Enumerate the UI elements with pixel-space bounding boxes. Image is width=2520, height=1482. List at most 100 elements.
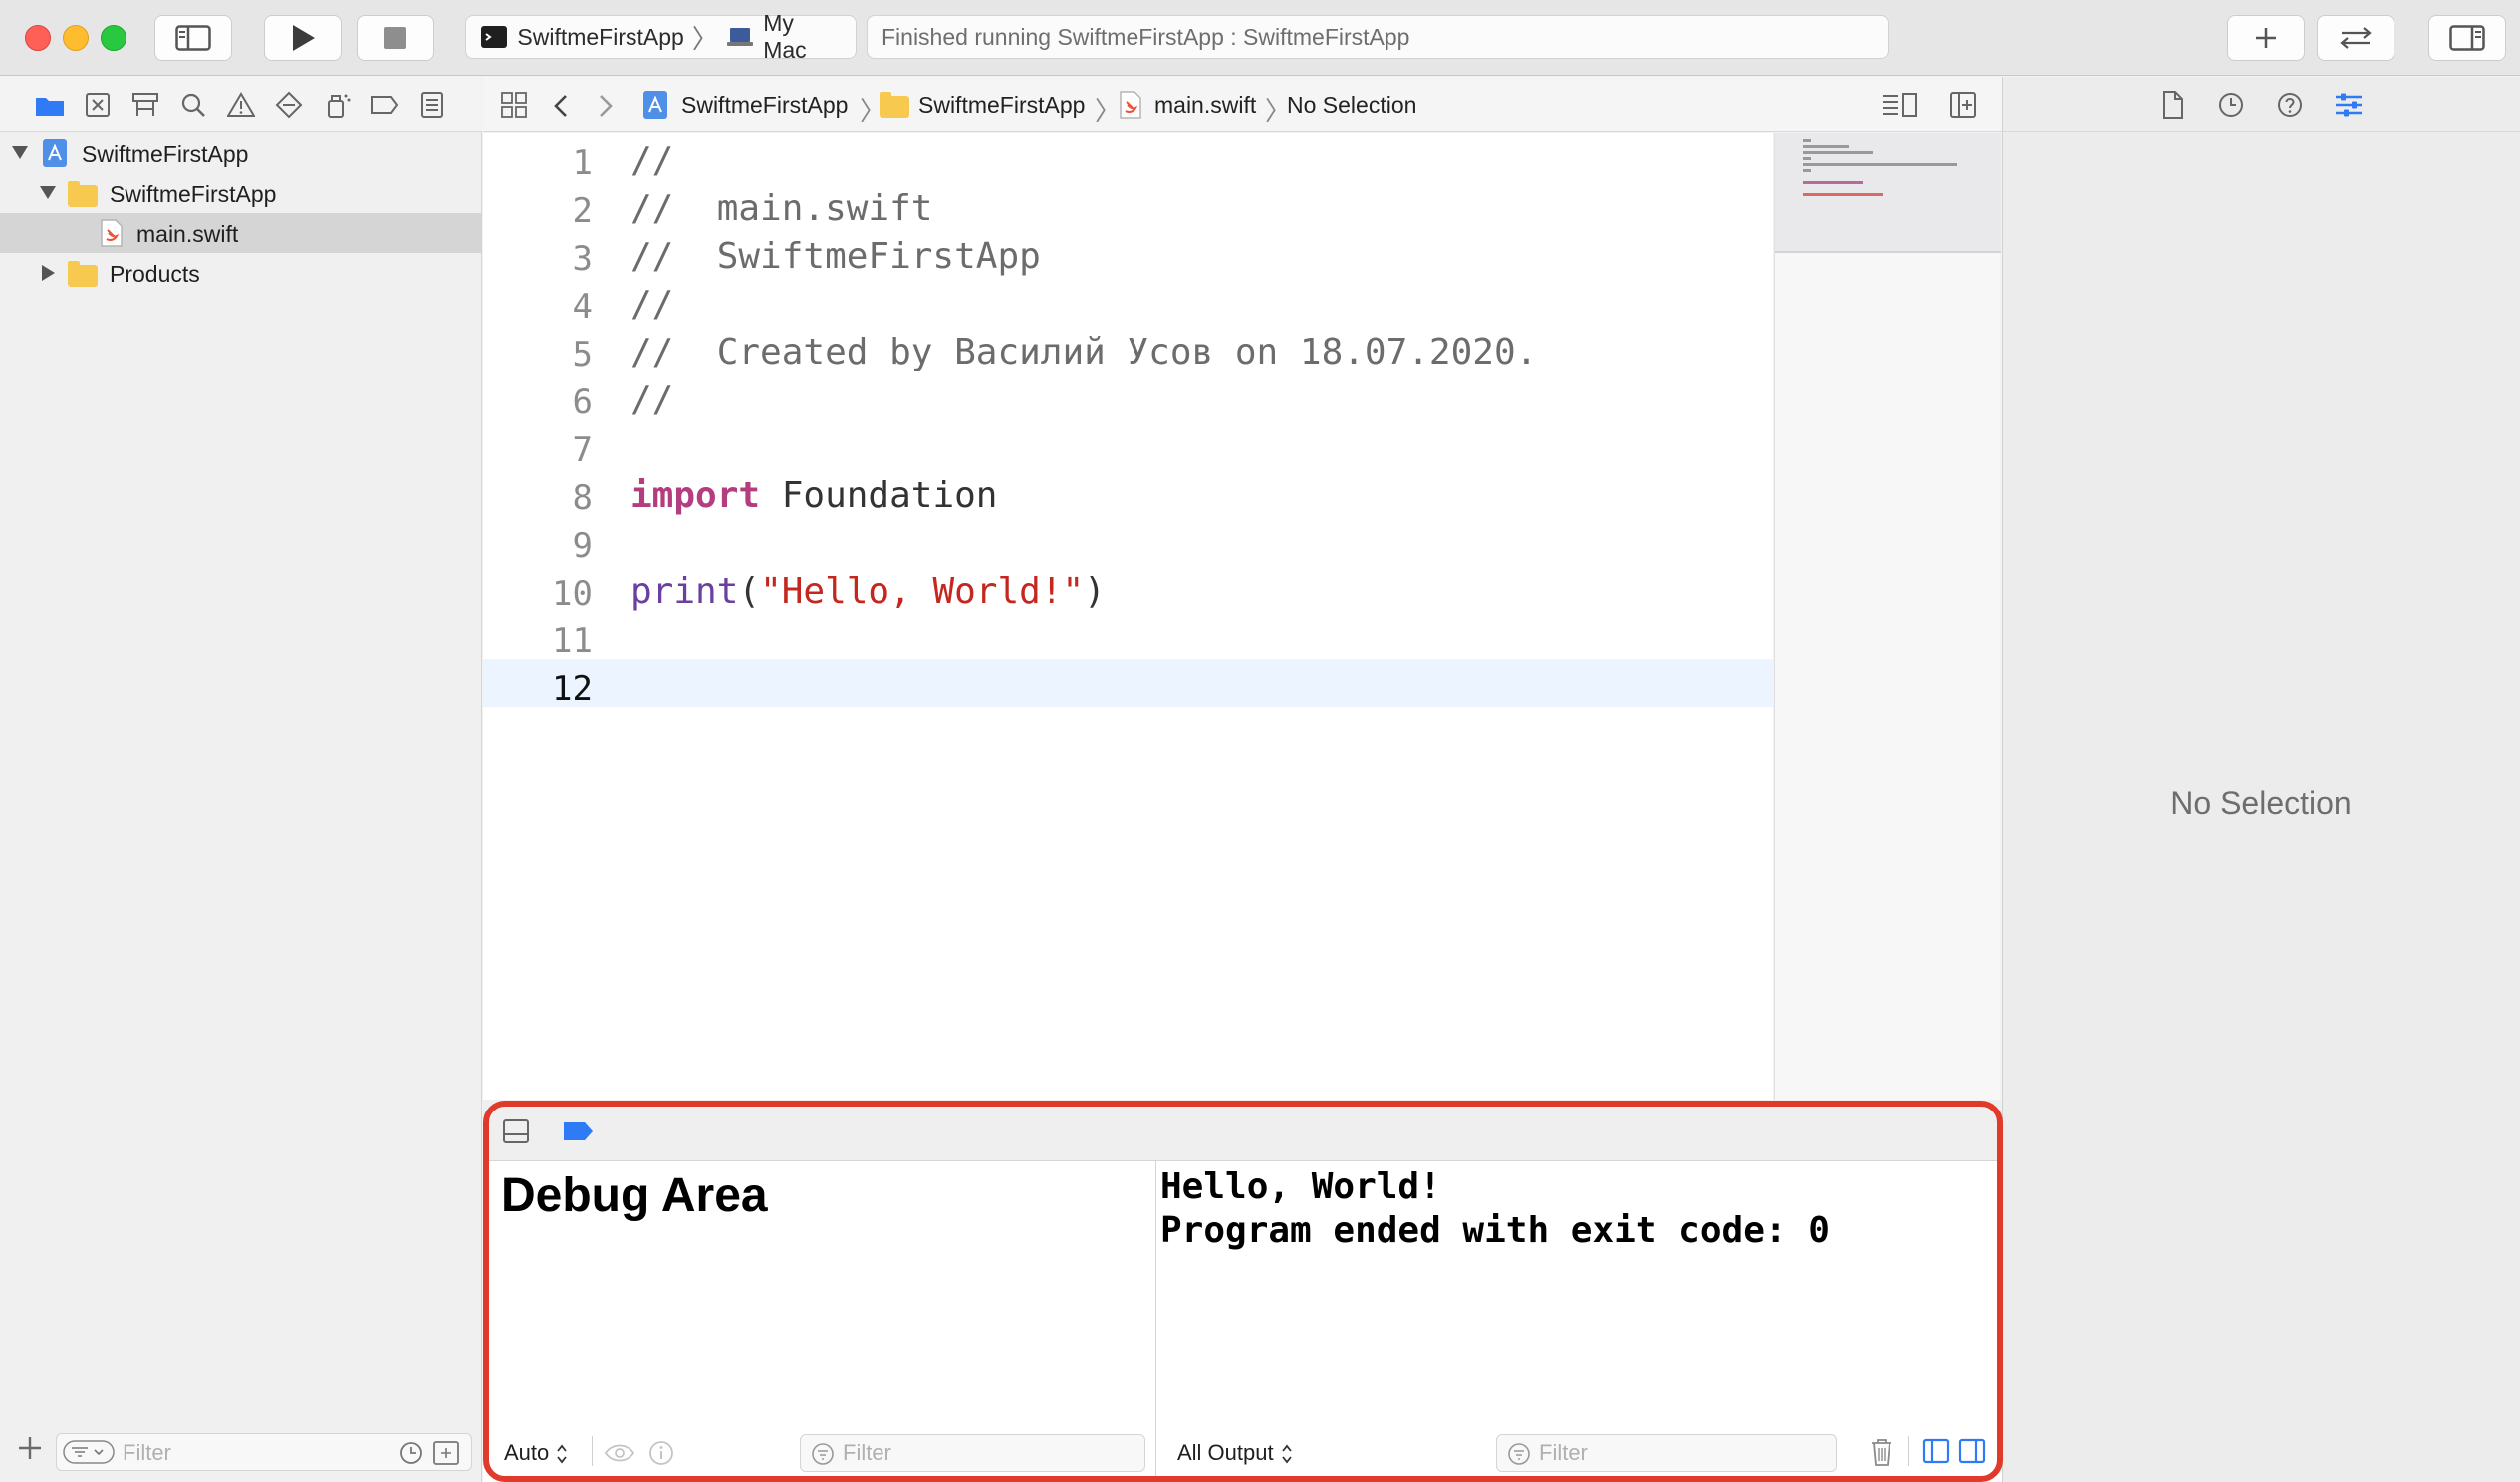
code-line: //: [630, 140, 674, 181]
diamond-icon: [275, 91, 303, 119]
line-number: 8: [572, 478, 593, 518]
toggle-navigator-button[interactable]: [154, 15, 232, 61]
recent-files-icon[interactable]: [399, 1441, 423, 1465]
test-navigator-tab[interactable]: [273, 89, 305, 121]
minimap-line: [1803, 193, 1883, 196]
related-items-icon[interactable]: [500, 91, 528, 119]
report-navigator-tab[interactable]: [416, 89, 448, 121]
sidebar-right-icon: [2449, 25, 2485, 51]
tree-item-label: SwiftmeFirstApp: [110, 181, 277, 207]
sidebar-left-icon: [175, 25, 211, 51]
breadcrumb-file[interactable]: main.swift: [1154, 77, 1256, 132]
scheme-selector[interactable]: SwiftmeFirstApp 〉 My Mac: [465, 10, 857, 63]
plus-icon: [2256, 28, 2276, 48]
scheme-name: SwiftmeFirstApp: [517, 23, 684, 50]
disclosure-collapsed-icon[interactable]: [42, 265, 55, 281]
navigator-filter-field[interactable]: Filter: [56, 1433, 472, 1471]
minimap-line: [1803, 169, 1811, 172]
tree-item-main-swift[interactable]: main.swift: [0, 213, 481, 253]
code-line: // SwiftmeFirstApp: [630, 236, 1041, 277]
minimap-line: [1803, 139, 1811, 142]
warning-icon: [227, 92, 255, 117]
line-number: 10: [552, 574, 593, 614]
inspector-selector-bar: [2002, 77, 2520, 132]
source-control-navigator-tab[interactable]: [82, 89, 114, 121]
zoom-window-button[interactable]: [101, 25, 126, 51]
plus-icon: [19, 1437, 41, 1459]
string-token: "Hello, World!": [760, 571, 1085, 612]
navigator-selector-bar: [0, 77, 482, 132]
search-icon: [181, 93, 205, 117]
help-inspector-icon[interactable]: [2276, 91, 2304, 119]
minimap-line: [1803, 157, 1811, 160]
jump-bar: SwiftmeFirstApp 〉 SwiftmeFirstApp 〉 main…: [483, 77, 2002, 132]
inspector-pane: [2002, 77, 2520, 1482]
toggle-inspector-button[interactable]: [2428, 15, 2506, 61]
code-line: // Created by Василий Усов on 18.07.2020…: [630, 332, 1538, 372]
breakpoint-navigator-tab[interactable]: [369, 89, 400, 121]
breadcrumb-project[interactable]: SwiftmeFirstApp: [681, 77, 848, 132]
editor-lines[interactable]: 1 2 3 4 5 6 7 8 9 10 11 12 // // main.sw…: [483, 133, 1773, 1100]
code-review-button[interactable]: [2317, 15, 2394, 61]
paren-token: ): [1084, 571, 1106, 612]
source-control-filter-icon[interactable]: [433, 1441, 459, 1465]
tree-item-group[interactable]: SwiftmeFirstApp: [0, 173, 481, 213]
line-number: 6: [572, 382, 593, 422]
minimap-line: [1803, 181, 1863, 184]
run-button[interactable]: [264, 15, 342, 61]
issue-navigator-tab[interactable]: [225, 89, 257, 121]
breadcrumb-selection[interactable]: No Selection: [1287, 77, 1416, 132]
project-navigator-tab[interactable]: [34, 89, 66, 121]
tree-item-label: Products: [110, 261, 200, 287]
find-navigator-tab[interactable]: [177, 89, 209, 121]
disclosure-expanded-icon[interactable]: [12, 146, 28, 159]
minimap-line: [1803, 163, 1957, 166]
line-number: 7: [572, 430, 593, 470]
debug-area-highlight-outline: [483, 1101, 2003, 1482]
tree-item-label: SwiftmeFirstApp: [82, 141, 249, 167]
paren-token: (: [738, 571, 761, 612]
destination-name: My Mac: [763, 10, 807, 63]
stop-icon: [384, 27, 406, 49]
keyword-token: import: [630, 475, 761, 516]
breadcrumb-group[interactable]: SwiftmeFirstApp: [918, 77, 1085, 132]
disclosure-expanded-icon[interactable]: [40, 186, 56, 199]
window-toolbar: SwiftmeFirstApp 〉 My Mac Finished runnin…: [0, 0, 2520, 76]
code-line: // main.swift: [630, 188, 933, 229]
close-window-button[interactable]: [25, 25, 51, 51]
attributes-inspector-icon[interactable]: [2334, 91, 2364, 119]
chevron-right-icon: 〉: [1095, 96, 1122, 125]
symbol-navigator-tab[interactable]: [129, 89, 161, 121]
filter-options-icon[interactable]: [63, 1440, 115, 1464]
line-number: 5: [572, 335, 593, 374]
hierarchy-icon: [132, 93, 158, 116]
add-editor-icon[interactable]: [1949, 91, 1977, 119]
back-arrow-icon[interactable]: [551, 93, 571, 119]
terminal-app-icon: [481, 26, 507, 48]
filter-placeholder: Filter: [123, 1440, 171, 1465]
code-line: //: [630, 284, 674, 325]
forward-arrow-icon[interactable]: [596, 93, 616, 119]
minimap[interactable]: [1774, 133, 2001, 1100]
folder-icon: [68, 181, 98, 207]
history-inspector-icon[interactable]: [2217, 91, 2245, 119]
editor-options-icon[interactable]: [1881, 92, 1918, 118]
stop-button[interactable]: [357, 15, 434, 61]
library-button[interactable]: [2227, 15, 2305, 61]
code-line: //: [630, 379, 674, 420]
inspector-empty-label: No Selection: [2170, 785, 2352, 821]
function-token: print: [630, 571, 739, 612]
minimize-window-button[interactable]: [63, 25, 89, 51]
folder-icon: [68, 261, 98, 287]
folder-icon: [36, 98, 64, 116]
folder-icon: [880, 92, 909, 118]
file-inspector-icon[interactable]: [2161, 90, 2185, 120]
swift-file-icon: [1120, 91, 1141, 119]
add-file-button[interactable]: [16, 1434, 44, 1462]
debug-navigator-tab[interactable]: [321, 89, 353, 121]
line-number: 11: [552, 621, 593, 661]
line-number: 4: [572, 287, 593, 327]
code-line-import: import Foundation: [630, 475, 997, 516]
tree-item-products[interactable]: Products: [0, 253, 481, 293]
tree-item-project[interactable]: SwiftmeFirstApp: [0, 133, 481, 173]
